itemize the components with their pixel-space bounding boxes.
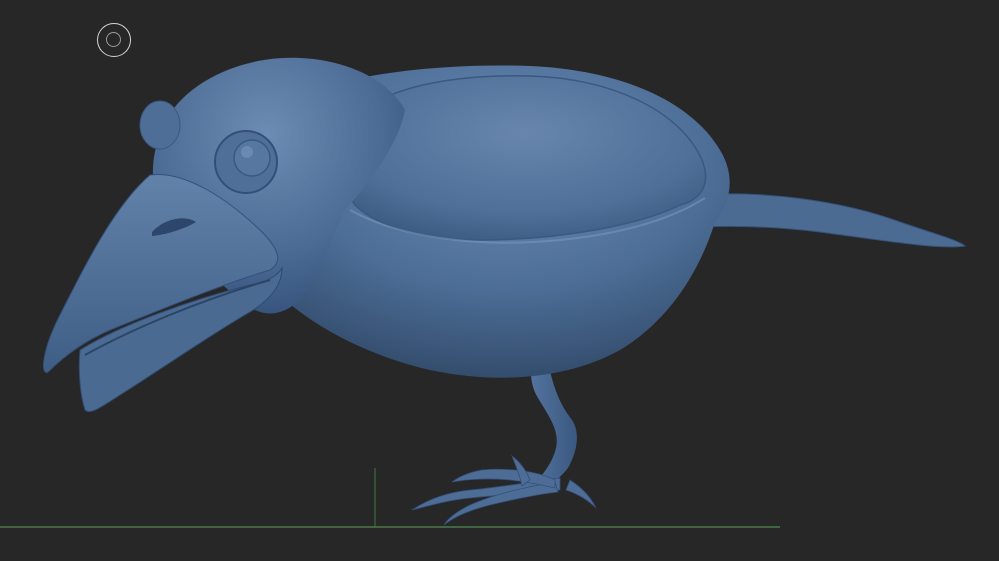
- crow-eye-highlight: [241, 146, 253, 158]
- crow-eye: [233, 139, 271, 177]
- crow-leg: [530, 360, 577, 488]
- sculpt-canvas[interactable]: [0, 0, 999, 561]
- 3d-viewport[interactable]: [0, 0, 999, 561]
- crow-crown-bump: [139, 100, 181, 150]
- brush-cursor-icon: [97, 23, 131, 57]
- brush-cursor-inner-ring: [106, 32, 121, 47]
- crow-model[interactable]: [43, 57, 967, 526]
- crow-tail: [689, 193, 967, 248]
